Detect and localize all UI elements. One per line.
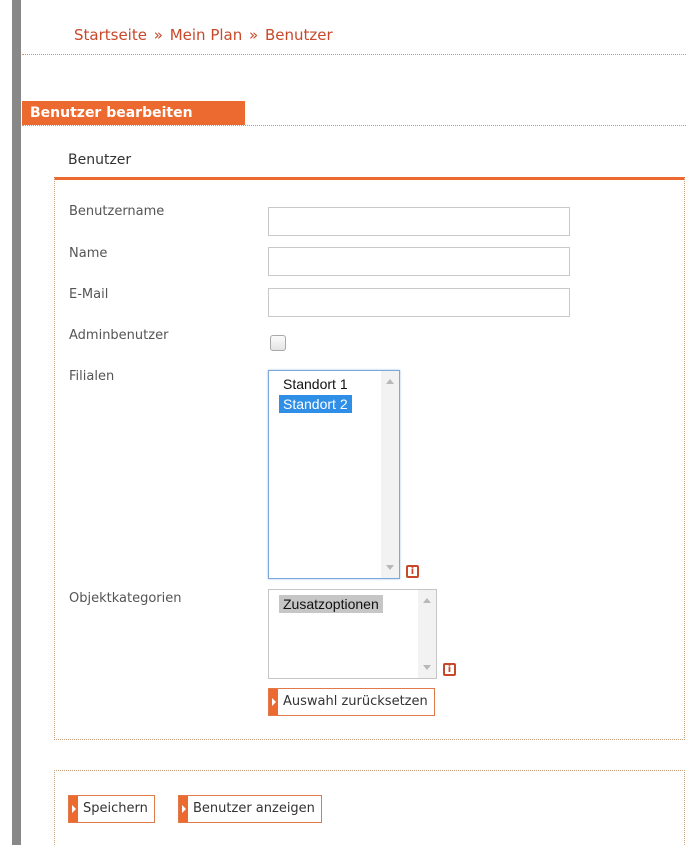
scroll-down-icon[interactable]: [386, 565, 394, 570]
admin-label: Adminbenutzer: [69, 328, 169, 343]
breadcrumb-separator: »: [249, 26, 259, 44]
scroll-up-icon[interactable]: [423, 598, 431, 603]
left-edge-bar: [12, 0, 21, 845]
branches-label: Filialen: [69, 369, 115, 384]
object-categories-label: Objektkategorien: [69, 591, 182, 606]
info-icon[interactable]: i: [443, 663, 456, 676]
breadcrumb-separator: »: [153, 26, 163, 44]
show-users-button[interactable]: Benutzer anzeigen: [178, 795, 322, 823]
arrow-right-icon: [269, 689, 278, 715]
info-icon[interactable]: i: [406, 565, 419, 578]
arrow-right-icon: [179, 796, 188, 822]
section-title: Benutzer bearbeiten: [22, 101, 245, 125]
breadcrumb-home[interactable]: Startseite: [74, 26, 147, 44]
username-input[interactable]: [268, 207, 570, 236]
branch-option-1[interactable]: Standort 1: [279, 375, 352, 393]
save-button[interactable]: Speichern: [68, 795, 155, 823]
reset-selection-label: Auswahl zurücksetzen: [283, 694, 428, 709]
email-input[interactable]: [268, 288, 570, 317]
object-categories-listbox[interactable]: Zusatzoptionen: [268, 589, 437, 679]
name-label: Name: [69, 246, 108, 261]
name-input[interactable]: [268, 247, 570, 276]
section-divider: [22, 125, 686, 126]
branch-option-2[interactable]: Standort 2: [279, 395, 352, 413]
branches-scrollbar[interactable]: [381, 371, 399, 578]
username-label: Benutzername: [69, 204, 165, 219]
branches-listbox[interactable]: Standort 1 Standort 2: [268, 370, 400, 579]
scroll-down-icon[interactable]: [423, 665, 431, 670]
arrow-right-icon: [69, 796, 78, 822]
category-option-1[interactable]: Zusatzoptionen: [279, 595, 383, 613]
breadcrumb-my-plan[interactable]: Mein Plan: [170, 26, 243, 44]
email-label: E-Mail: [69, 287, 109, 302]
categories-scrollbar[interactable]: [418, 590, 436, 678]
form-legend: Benutzer: [68, 152, 132, 168]
scroll-up-icon[interactable]: [386, 379, 394, 384]
reset-selection-button[interactable]: Auswahl zurücksetzen: [268, 688, 435, 716]
breadcrumb-divider: [22, 54, 686, 55]
save-label: Speichern: [83, 801, 148, 816]
admin-checkbox[interactable]: [270, 335, 286, 351]
breadcrumb-users[interactable]: Benutzer: [265, 26, 333, 44]
breadcrumb: Startseite » Mein Plan » Benutzer: [74, 26, 333, 44]
show-users-label: Benutzer anzeigen: [193, 801, 315, 816]
